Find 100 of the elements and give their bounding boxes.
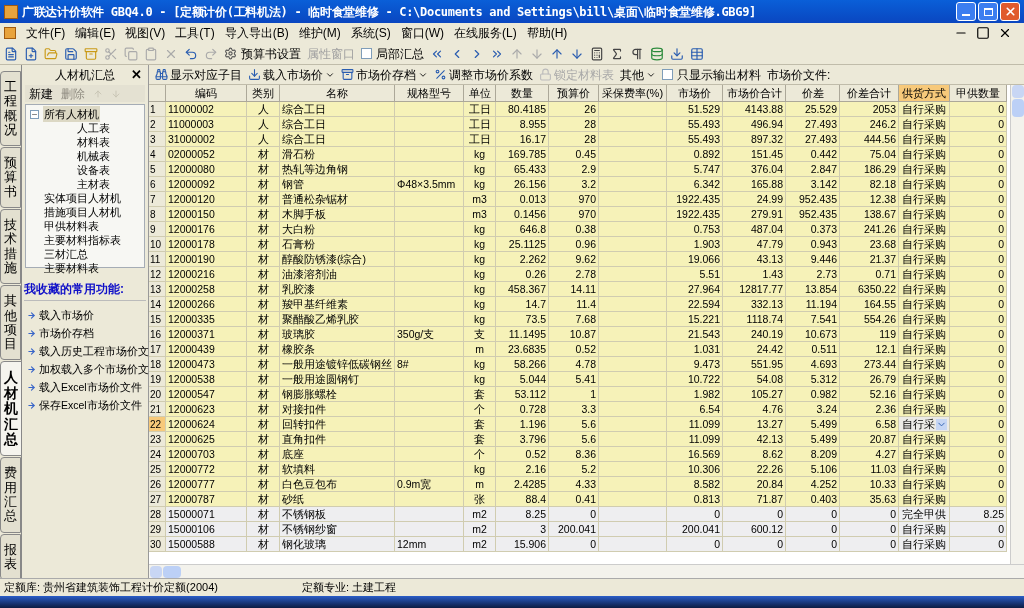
table-row[interactable]: 4 02000052 材 滑石粉 kg 169.785 0.45 0.892 151.45 0.442 75.04 自行采购 0	[149, 147, 1007, 162]
side-tab[interactable]: 预算书	[0, 147, 21, 209]
table-cell: 0	[998, 492, 1004, 506]
table-row[interactable]: 30 15000588 材 钢化玻璃 12mm m2 15.906 0 0 0 0 0 自行采购 0	[149, 537, 1007, 552]
favorite-link[interactable]: 市场价存档	[39, 325, 94, 342]
close-button[interactable]: ✕	[131, 65, 142, 85]
toolbar-button[interactable]: 调整市场价系数	[434, 65, 533, 84]
menu-item[interactable]: 导入导出(B)	[224, 24, 289, 42]
table-row[interactable]: 22 12000624 材 回转扣件 套 1.196 5.6 11.099 13.27 5.499 6.58 自行采 0	[149, 417, 1007, 432]
menu-item[interactable]: 文件(F)	[26, 24, 66, 42]
table-icon[interactable]	[690, 46, 704, 61]
table-row[interactable]: 11 12000190 材 醇酸防锈漆(综合) kg 2.262 9.62 19.066 43.13 9.446 21.37 自行采购 0	[149, 252, 1007, 267]
table-row[interactable]: 14 12000266 材 羧甲基纤维素 kg 14.7 11.4 22.594 332.13 11.194 164.55 自行采购 0	[149, 297, 1007, 312]
table-row[interactable]: 5 12000080 材 热轧等边角钢 kg 65.433 2.9 5.747 376.04 2.847 186.29 自行采购 0	[149, 162, 1007, 177]
table-row[interactable]: 8 12000150 材 木脚手板 m3 0.1456 970 1922.435 279.91 952.435 138.67 自行采购 0	[149, 207, 1007, 222]
table-row[interactable]: 2 11000003 人 综合工日 工日 8.955 28 55.493 496.94 27.493 246.2 自行采购 0	[149, 117, 1007, 132]
favorite-link[interactable]: 加权载入多个市场价文	[39, 361, 149, 378]
formula-icon[interactable]	[610, 46, 624, 61]
dropdown-button[interactable]: 市场价存档	[341, 65, 428, 84]
dropdown-button[interactable]: 其他	[620, 65, 656, 84]
favorite-link[interactable]: 保存Excel市场价文件	[39, 397, 142, 414]
table-row[interactable]: 27 12000787 材 砂纸 张 88.4 0.41 0.813 71.87 0.403 35.63 自行采购 0	[149, 492, 1007, 507]
tree-item[interactable]: 机械表	[76, 149, 111, 163]
close-button[interactable]	[1000, 2, 1020, 21]
menu-item[interactable]: 维护(M)	[298, 24, 341, 42]
table-row[interactable]: 26 12000777 材 白色豆包布 0.9m宽 m 2.4285 4.33 8.582 20.84 4.252 10.33 自行采购 0	[149, 477, 1007, 492]
favorite-link[interactable]: 载入历史工程市场价文	[39, 343, 149, 360]
menu-item[interactable]: 编辑(E)	[75, 24, 116, 42]
database-icon[interactable]	[650, 46, 664, 61]
close-icon[interactable]	[998, 26, 1012, 40]
toolbar-button[interactable]: 显示对应子目	[155, 65, 242, 84]
menu-item[interactable]: 系统(S)	[350, 24, 391, 42]
row-number: 16	[149, 327, 166, 342]
horizontal-scrollbar[interactable]	[149, 564, 1024, 578]
table-cell: 42.13	[756, 432, 783, 446]
side-tab[interactable]: 人材机汇总	[0, 361, 22, 457]
table-row[interactable]: 29 15000106 材 不锈钢纱窗 m2 3 200.041 200.041 600.12 0 0 自行采购 0	[149, 522, 1007, 537]
import-icon[interactable]	[670, 46, 684, 61]
side-tab[interactable]: 报表	[0, 533, 21, 581]
side-tab[interactable]: 费用汇总	[0, 457, 21, 533]
table-cell: 材	[257, 312, 269, 326]
collapse-icon[interactable]	[30, 109, 39, 119]
table-row[interactable]: 20 12000547 材 钢膨胀螺栓 套 53.112 1 1.982 105.27 0.982 52.16 自行采购 0	[149, 387, 1007, 402]
side-tab[interactable]: 其他项目	[0, 285, 21, 361]
tree-item[interactable]: 人工表	[76, 121, 111, 135]
favorite-link[interactable]: 载入市场价	[39, 307, 94, 324]
template-icon[interactable]	[24, 46, 38, 61]
tree-item[interactable]: 材料表	[76, 135, 111, 149]
table-cell: 0	[590, 537, 596, 551]
column-header[interactable]: 供货方式	[899, 85, 950, 102]
menu-item[interactable]: 窗口(W)	[400, 24, 444, 42]
table-row[interactable]: 13 12000258 材 乳胶漆 kg 458.367 14.11 27.964 12817.77 13.854 6350.22 自行采购 0	[149, 282, 1007, 297]
save-icon[interactable]	[64, 46, 78, 61]
vertical-scrollbar[interactable]	[1010, 85, 1024, 564]
new-file-icon[interactable]	[4, 46, 18, 61]
dropdown-icon[interactable]	[935, 418, 947, 430]
calculator-icon[interactable]	[590, 46, 604, 61]
table-row[interactable]: 1 11000002 人 综合工日 工日 80.4185 26 51.529 4143.88 25.529 2053 自行采购 0	[149, 102, 1007, 117]
table-row[interactable]: 16 12000371 材 玻璃胶 350g/支 支 11.1495 10.87 21.543 240.19 10.673 119 自行采购 0	[149, 327, 1007, 342]
table-row[interactable]: 3 31000002 人 综合工日 工日 16.17 28 55.493 897.32 27.493 444.56 自行采购 0	[149, 132, 1007, 147]
side-tab[interactable]: 技术措施	[0, 209, 21, 285]
maximize-button[interactable]	[978, 2, 998, 21]
menu-item[interactable]: 在线服务(L)	[454, 24, 517, 42]
checkbox[interactable]: 只显示输出材料	[662, 65, 761, 84]
table-row[interactable]: 18 12000473 材 一般用途镀锌低碳钢丝 8# kg 58.266 4.78 9.473 551.95 4.693 273.44 自行采购 0	[149, 357, 1007, 372]
menu-item[interactable]: 工具(T)	[175, 24, 215, 42]
table-row[interactable]: 21 12000623 材 对接扣件 个 0.728 3.3 6.54 4.76 3.24 2.36 自行采购 0	[149, 402, 1007, 417]
tree-item[interactable]: 所有人材机	[43, 105, 100, 123]
table-row[interactable]: 24 12000703 材 底座 个 0.52 8.36 16.569 8.62 8.209 4.27 自行采购 0	[149, 447, 1007, 462]
undo-icon[interactable]	[184, 46, 198, 61]
table-cell: 105.27	[750, 387, 783, 401]
table-row[interactable]: 28 15000071 材 不锈钢板 m2 8.25 0 0 0 0 0 完全甲供 8.25	[149, 507, 1007, 522]
table-row[interactable]: 10 12000178 材 石膏粉 kg 25.1125 0.96 1.903 47.79 0.943 23.68 自行采购 0	[149, 237, 1007, 252]
restore-icon[interactable]	[976, 26, 990, 40]
table-cell: 25.529	[804, 102, 837, 116]
table-row[interactable]: 15 12000335 材 聚醋酸乙烯乳胶 kg 73.5 7.68 15.221 1118.74 7.541 554.26 自行采购 0	[149, 312, 1007, 327]
tree-item[interactable]: 设备表	[76, 163, 111, 177]
table-row[interactable]: 17 12000439 材 橡胶条 m 23.6835 0.52 1.031 24.42 0.511 12.1 自行采购 0	[149, 342, 1007, 357]
table-row[interactable]: 7 12000120 材 普通松杂锯材 m3 0.013 970 1922.435 24.99 952.435 12.38 自行采购 0	[149, 192, 1007, 207]
minimize-button[interactable]	[956, 2, 976, 21]
open-folder-icon[interactable]	[44, 46, 58, 61]
favorite-link[interactable]: 载入Excel市场价文件	[39, 379, 142, 396]
table-row[interactable]: 23 12000625 材 直角扣件 套 3.796 5.6 11.099 42.13 5.499 20.87 自行采购 0	[149, 432, 1007, 447]
table-cell: 自行采购	[902, 132, 946, 146]
panel-action[interactable]: 新建	[29, 84, 53, 103]
table-row[interactable]: 12 12000216 材 油漆溶剂油 kg 0.26 2.78 5.51 1.43 2.73 0.71 自行采购 0	[149, 267, 1007, 282]
menu-item[interactable]: 帮助(H)	[526, 24, 568, 42]
table-cell: 材	[257, 267, 269, 281]
table-row[interactable]: 6 12000092 材 钢管 Φ48×3.5mm kg 26.156 3.2 6.342 165.88 3.142 82.18 自行采购 0	[149, 177, 1007, 192]
toolbar-button[interactable]: 预算书设置	[224, 44, 301, 63]
table-row[interactable]: 25 12000772 材 软填料 kg 2.16 5.2 10.306 22.26 5.106 11.03 自行采购 0	[149, 462, 1007, 477]
tree-item[interactable]: 主材表	[76, 177, 111, 191]
side-tab[interactable]: 工程概况	[0, 71, 21, 147]
menu-item[interactable]: 视图(V)	[125, 24, 166, 42]
table-row[interactable]: 9 12000176 材 大白粉 kg 646.8 0.38 0.753 487.04 0.373 241.26 自行采购 0	[149, 222, 1007, 237]
summary-checkbox[interactable]: 局部汇总	[361, 44, 424, 63]
pilcrow-icon[interactable]	[630, 46, 644, 61]
table-cell: 0	[590, 507, 596, 521]
table-row[interactable]: 19 12000538 材 一般用途圆钢钉 kg 5.044 5.41 10.722 54.08 5.312 26.79 自行采购 0	[149, 372, 1007, 387]
dropdown-button[interactable]: 载入市场价	[248, 65, 335, 84]
